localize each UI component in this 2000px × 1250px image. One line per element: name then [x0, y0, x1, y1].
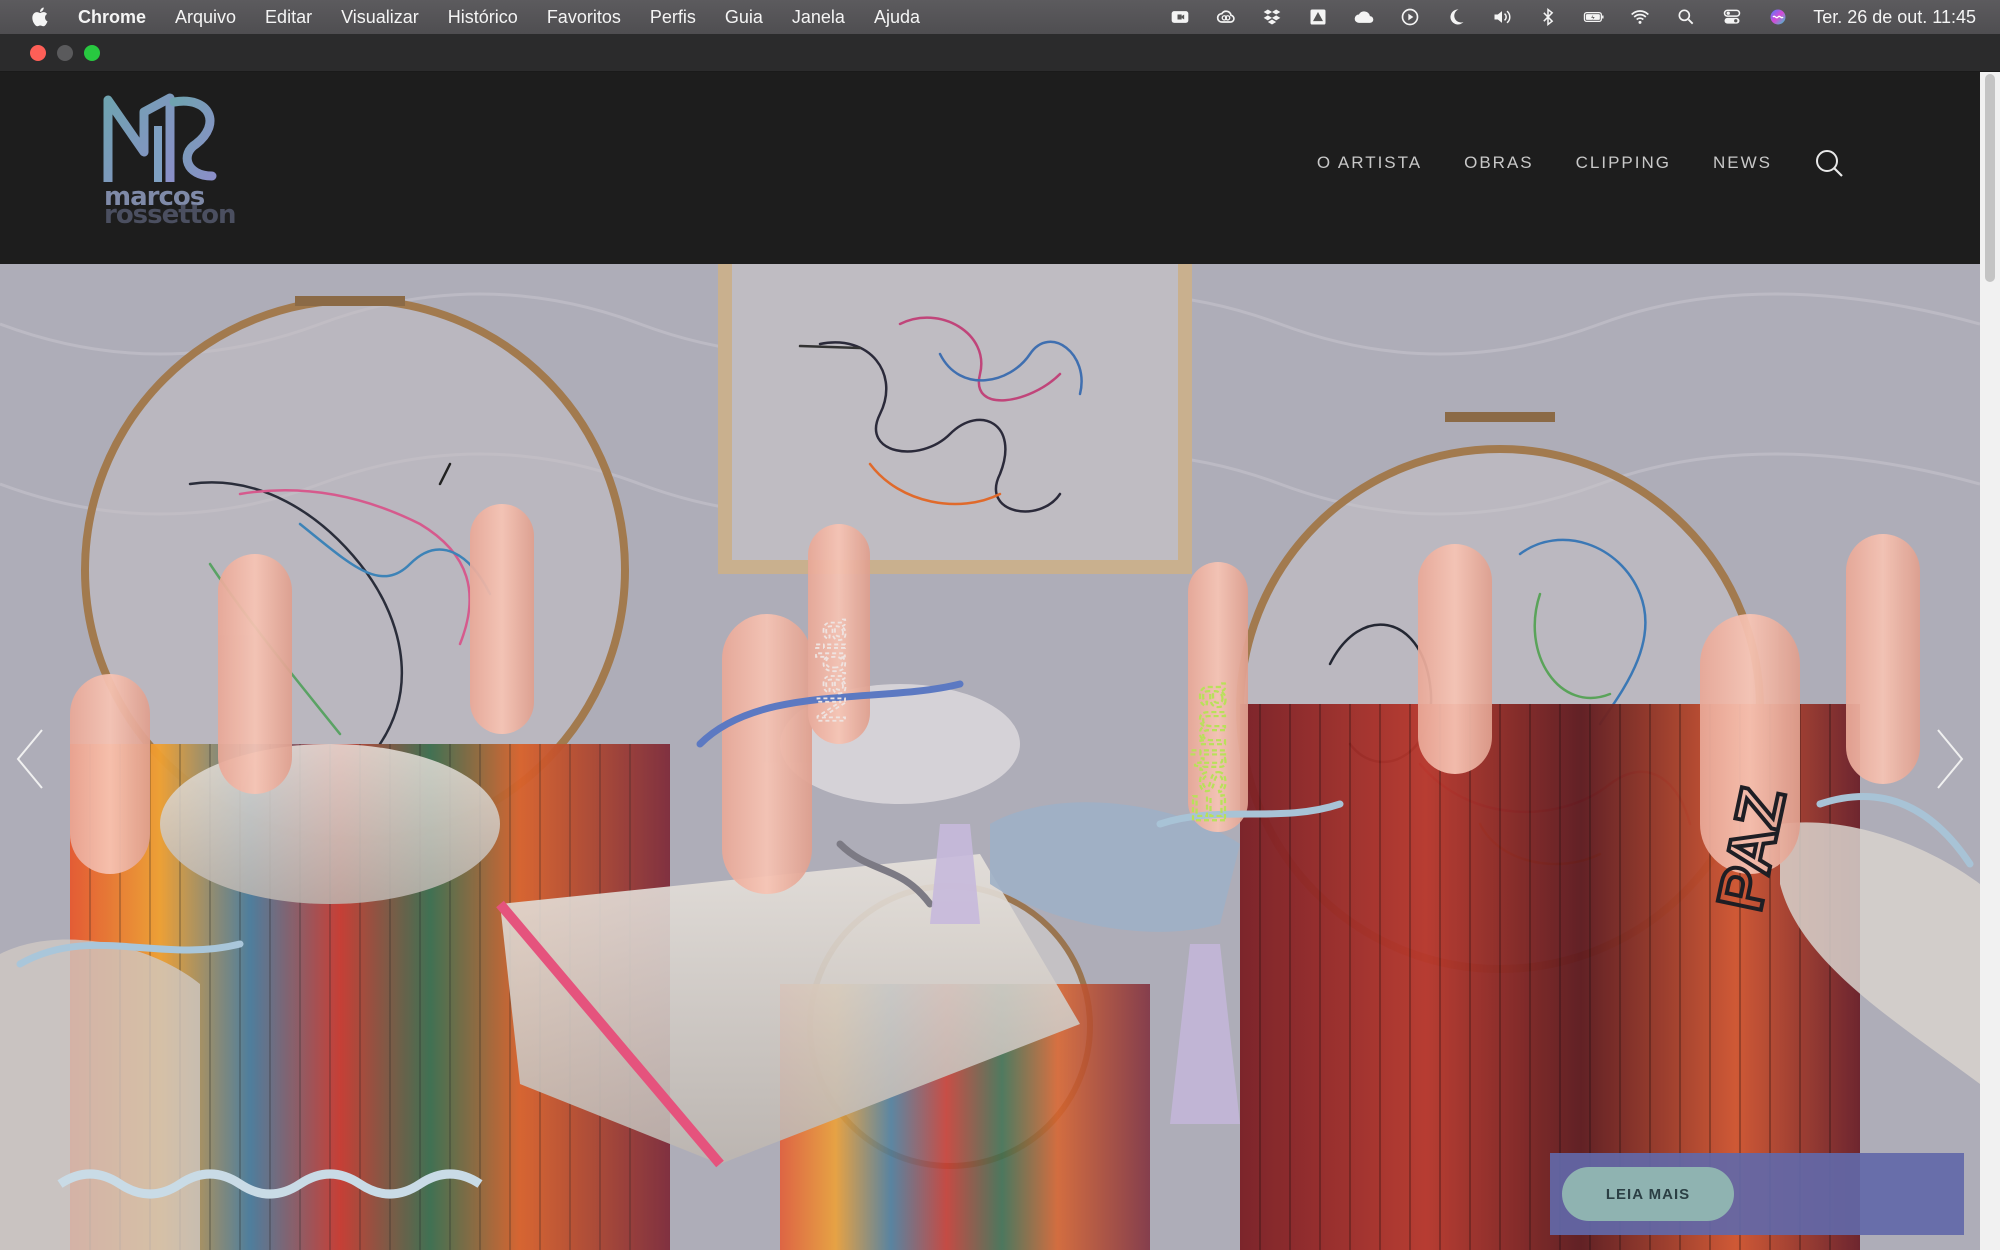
dropbox-icon[interactable] [1257, 6, 1287, 28]
control-center-icon[interactable] [1717, 6, 1747, 28]
slider-next-arrow-icon[interactable] [1930, 724, 1970, 794]
scrollbar-thumb[interactable] [1985, 74, 1995, 282]
menu-guia[interactable]: Guia [725, 7, 763, 28]
menu-historico[interactable]: Histórico [448, 7, 518, 28]
window-close-button[interactable] [30, 45, 46, 61]
menu-janela[interactable]: Janela [792, 7, 845, 28]
drive-icon[interactable] [1303, 6, 1333, 28]
slide-caption-box: LEIA MAIS [1550, 1153, 1964, 1235]
siri-icon[interactable] [1763, 6, 1793, 28]
volume-icon[interactable] [1487, 6, 1517, 28]
window-minimize-button[interactable] [57, 45, 73, 61]
wifi-icon[interactable] [1625, 6, 1655, 28]
site-header: marcos rossetton O ARTISTA OBRAS CLIPPIN… [0, 72, 1980, 264]
play-icon[interactable] [1395, 6, 1425, 28]
menu-clock[interactable]: Ter. 26 de out. 11:45 [1813, 7, 1976, 28]
battery-icon[interactable] [1579, 6, 1609, 28]
menu-favoritos[interactable]: Favoritos [547, 7, 621, 28]
nav-clipping[interactable]: CLIPPING [1576, 153, 1671, 173]
menu-editar[interactable]: Editar [265, 7, 312, 28]
moon-icon[interactable] [1441, 6, 1471, 28]
menu-app-chrome[interactable]: Chrome [78, 7, 146, 28]
bluetooth-icon[interactable] [1533, 6, 1563, 28]
nav-o-artista[interactable]: O ARTISTA [1317, 153, 1422, 173]
hero-artwork-image [0, 264, 1980, 1250]
window-titlebar [0, 34, 2000, 72]
main-nav: O ARTISTA OBRAS CLIPPING NEWS [1275, 148, 1844, 178]
nav-news[interactable]: NEWS [1713, 153, 1772, 173]
apple-icon[interactable] [30, 6, 52, 28]
creative-cloud-icon[interactable] [1211, 6, 1241, 28]
menu-ajuda[interactable]: Ajuda [874, 7, 920, 28]
slider-prev-arrow-icon[interactable] [10, 724, 50, 794]
status-area: Ter. 26 de out. 11:45 [1149, 0, 1976, 34]
window-zoom-button[interactable] [84, 45, 100, 61]
menu-perfis[interactable]: Perfis [650, 7, 696, 28]
hero-slider[interactable]: Nadia Estima PAZ LEIA MAIS [0, 264, 1980, 1250]
menu-arquivo[interactable]: Arquivo [175, 7, 236, 28]
page-scrollbar[interactable] [1980, 72, 2000, 1250]
nav-obras[interactable]: OBRAS [1464, 153, 1534, 173]
cloud-icon[interactable] [1349, 6, 1379, 28]
spotlight-search-icon[interactable] [1671, 6, 1701, 28]
read-more-button[interactable]: LEIA MAIS [1562, 1167, 1734, 1221]
logo-text-last[interactable]: rossetton [104, 202, 236, 228]
video-camera-icon[interactable] [1165, 6, 1195, 28]
menu-bar: Chrome Arquivo Editar Visualizar Históri… [0, 0, 2000, 34]
search-icon[interactable] [1814, 148, 1844, 178]
menu-visualizar[interactable]: Visualizar [341, 7, 419, 28]
